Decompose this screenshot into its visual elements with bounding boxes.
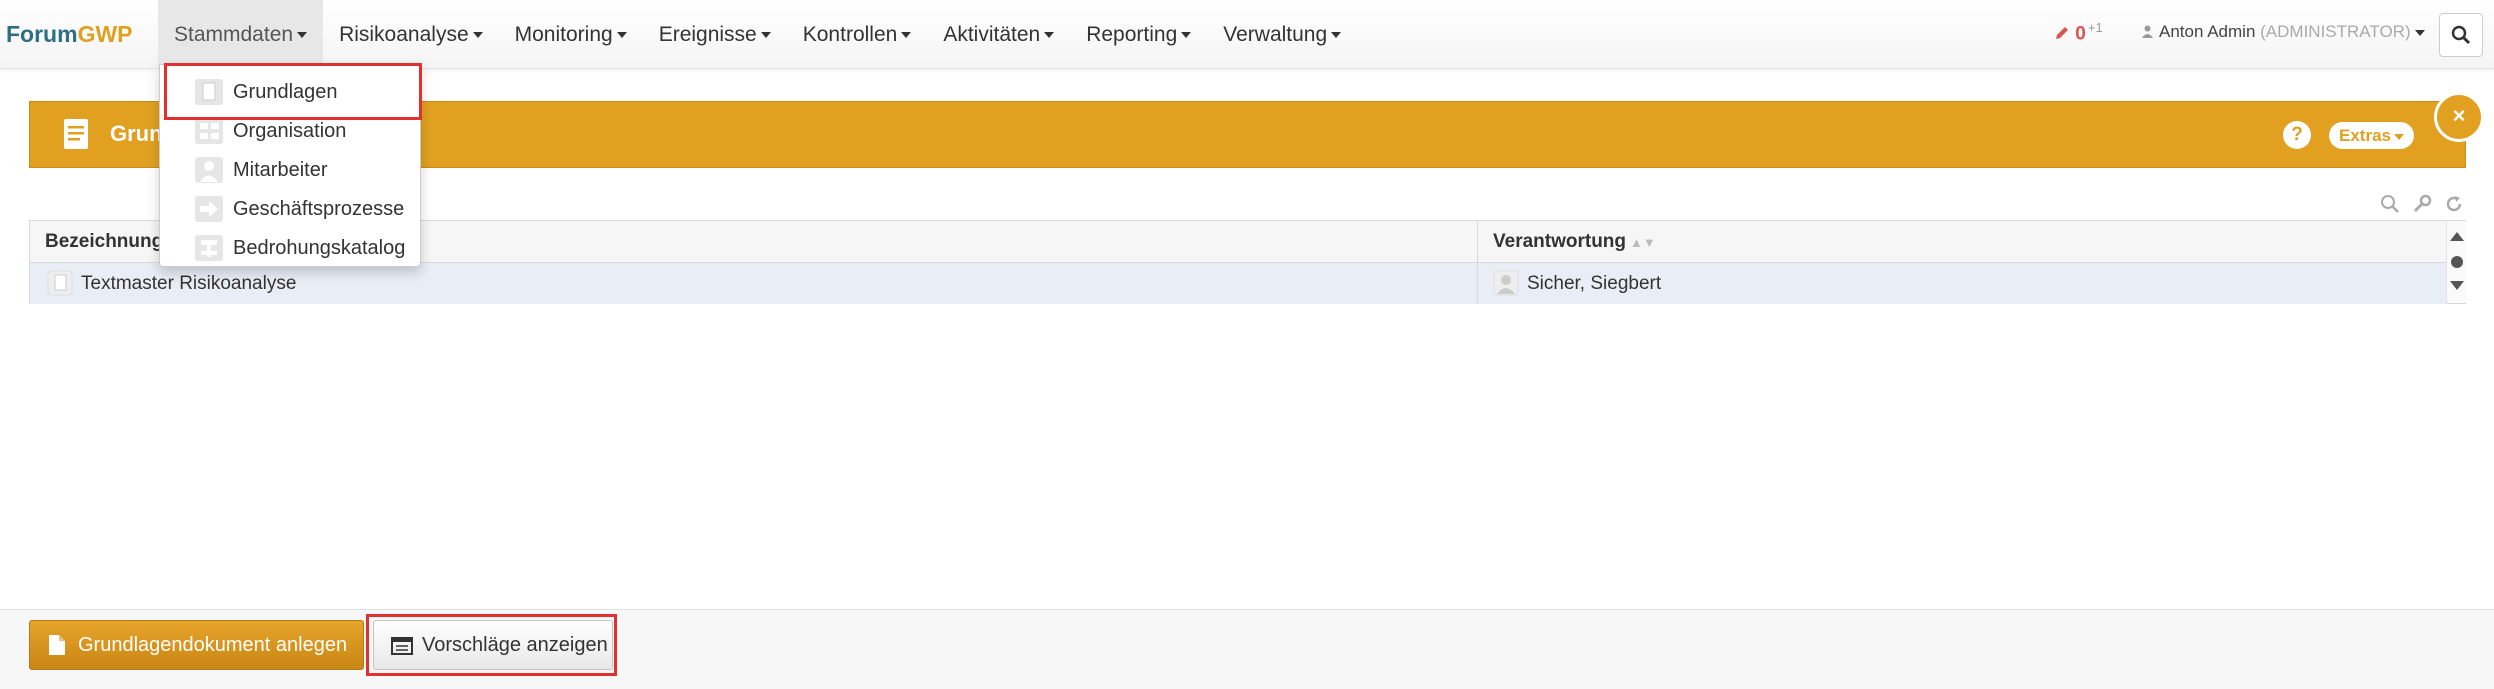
- dropdown-item-geschaeftsprozesse[interactable]: Geschäftsprozesse: [160, 191, 420, 227]
- menu-reporting[interactable]: Reporting: [1070, 0, 1207, 69]
- menu-label: Aktivitäten: [943, 23, 1041, 46]
- caret-down-icon: [616, 32, 627, 39]
- grid-toolbar: [2380, 194, 2464, 214]
- notifications-indicator[interactable]: 0 +1: [2054, 20, 2103, 45]
- extras-label: Extras: [2339, 126, 2391, 145]
- dropdown-item-label: Organisation: [233, 120, 347, 142]
- user-role: (ADMINISTRATOR): [2260, 22, 2411, 41]
- create-grundlagendokument-button[interactable]: Grundlagendokument anlegen: [29, 620, 364, 670]
- user-menu[interactable]: Anton Admin (ADMINISTRATOR): [2142, 22, 2425, 42]
- caret-down-icon: [1044, 32, 1055, 39]
- menu-label: Kontrollen: [802, 23, 898, 46]
- brand-logo[interactable]: ForumGWP: [6, 0, 133, 69]
- menu-label: Verwaltung: [1223, 23, 1328, 46]
- dropdown-item-label: Geschäftsprozesse: [233, 198, 405, 220]
- scroll-thumb[interactable]: [2451, 256, 2463, 268]
- cell-verantwortung: Sicher, Siegbert: [1478, 263, 2446, 304]
- dropdown-item-bedrohungskatalog[interactable]: Bedrohungskatalog: [160, 230, 420, 266]
- menu-stammdaten[interactable]: Stammdaten: [158, 0, 324, 69]
- dropdown-item-label: Bedrohungskatalog: [233, 237, 406, 259]
- user-name: Anton Admin: [2159, 22, 2256, 41]
- menu-verwaltung[interactable]: Verwaltung: [1207, 0, 1357, 69]
- person-icon: [195, 157, 223, 183]
- user-icon: [2142, 25, 2153, 38]
- pencil-icon: [2056, 27, 2068, 40]
- document-icon: [195, 79, 223, 105]
- org-chart-icon: [195, 118, 223, 144]
- search-button[interactable]: [2439, 13, 2483, 57]
- button-label: Grundlagendokument anlegen: [78, 634, 348, 656]
- avatar: [1493, 270, 1519, 296]
- help-button[interactable]: ?: [2283, 121, 2311, 149]
- column-header-verantwortung[interactable]: Verantwortung ▲▼: [1478, 221, 2446, 262]
- menu-label: Reporting: [1086, 23, 1178, 46]
- cell-text: Sicher, Siegbert: [1527, 273, 1662, 294]
- menu-label: Risikoanalyse: [339, 23, 469, 46]
- stammdaten-dropdown: Grundlagen Organisation Mitarbeiter Gesc…: [159, 64, 421, 267]
- menu-label: Stammdaten: [174, 23, 294, 46]
- dropdown-item-mitarbeiter[interactable]: Mitarbeiter: [160, 152, 420, 188]
- column-label: Bezeichnung: [45, 231, 164, 252]
- show-suggestions-button[interactable]: Vorschläge anzeigen: [373, 620, 613, 670]
- caret-down-icon: [901, 32, 912, 39]
- table-row[interactable]: Textmaster Risikoanalyse Sicher, Siegber…: [30, 263, 2446, 304]
- menu-kontrollen[interactable]: Kontrollen: [787, 0, 928, 69]
- vertical-scrollbar[interactable]: [2446, 221, 2466, 303]
- file-icon: [49, 635, 65, 655]
- sort-indicator-icon: ▲▼: [1630, 235, 1656, 250]
- dropdown-item-label: Mitarbeiter: [233, 159, 328, 181]
- menu-monitoring[interactable]: Monitoring: [499, 0, 643, 69]
- search-icon: [2451, 25, 2471, 45]
- catalog-icon: [195, 235, 223, 261]
- menu-label: Monitoring: [514, 23, 613, 46]
- menu-risikoanalyse[interactable]: Risikoanalyse: [323, 0, 499, 69]
- notification-count: 0: [2075, 23, 2086, 45]
- caret-down-icon: [1331, 32, 1342, 39]
- scroll-up-icon[interactable]: [2450, 232, 2464, 241]
- close-panel-button[interactable]: ×: [2434, 92, 2484, 142]
- menu-ereignisse[interactable]: Ereignisse: [643, 0, 787, 69]
- top-navbar: ForumGWP Stammdaten Risikoanalyse Monito…: [0, 0, 2494, 69]
- menu-aktivitaeten[interactable]: Aktivitäten: [927, 0, 1070, 69]
- document-icon: [47, 270, 73, 296]
- menu-label: Ereignisse: [658, 23, 757, 46]
- panel-title: Grun: [110, 121, 163, 146]
- grid-search-icon[interactable]: [2380, 194, 2400, 214]
- brand-text-gwp: GWP: [77, 21, 133, 47]
- main-menu: Stammdaten Risikoanalyse Monitoring Erei…: [158, 0, 1357, 69]
- caret-down-icon: [297, 32, 308, 39]
- caret-down-icon: [472, 32, 483, 39]
- caret-down-icon: [2414, 29, 2425, 36]
- dropdown-item-label: Grundlagen: [233, 81, 338, 103]
- cell-text: Textmaster Risikoanalyse: [81, 273, 297, 294]
- close-icon: ×: [2452, 103, 2466, 128]
- button-label: Vorschläge anzeigen: [422, 634, 608, 656]
- refresh-icon[interactable]: [2444, 194, 2464, 214]
- wrench-icon[interactable]: [2412, 194, 2432, 214]
- caret-down-icon: [760, 32, 771, 39]
- column-label: Verantwortung: [1493, 231, 1627, 252]
- scroll-down-icon[interactable]: [2450, 281, 2464, 290]
- document-icon: [64, 119, 88, 149]
- dropdown-item-grundlagen[interactable]: Grundlagen: [160, 74, 420, 110]
- brand-text-forum: Forum: [6, 21, 78, 47]
- cell-bezeichnung: Textmaster Risikoanalyse: [30, 263, 1478, 304]
- caret-down-icon: [2393, 133, 2404, 140]
- extras-button[interactable]: Extras: [2329, 122, 2414, 149]
- caret-down-icon: [1181, 32, 1192, 39]
- notification-delta: +1: [2087, 20, 2103, 35]
- dropdown-item-organisation[interactable]: Organisation: [160, 113, 420, 149]
- arrow-right-icon: [195, 196, 223, 222]
- list-icon: [391, 637, 413, 655]
